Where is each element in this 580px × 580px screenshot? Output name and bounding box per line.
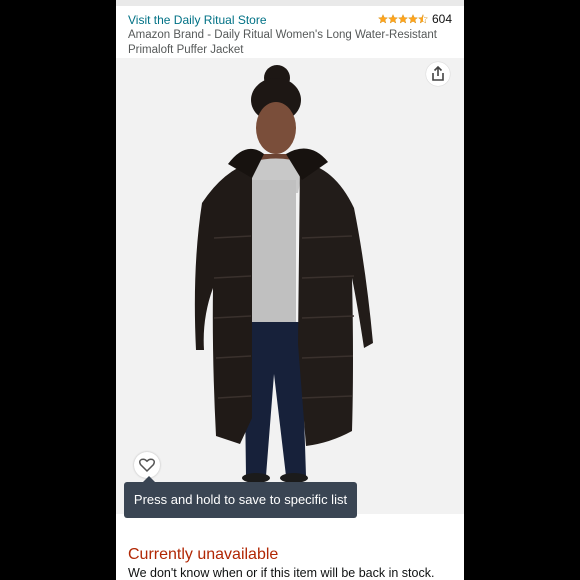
heart-icon bbox=[138, 458, 156, 473]
star-icon bbox=[377, 14, 388, 24]
share-button[interactable] bbox=[426, 62, 450, 86]
availability-status: Currently unavailable bbox=[128, 546, 279, 563]
save-tooltip: Press and hold to save to specific list bbox=[124, 482, 357, 518]
star-icon bbox=[387, 14, 398, 24]
rating-stars bbox=[377, 14, 428, 24]
share-icon bbox=[432, 65, 444, 81]
product-title: Amazon Brand - Daily Ritual Women's Long… bbox=[128, 29, 437, 56]
model-photo bbox=[116, 58, 464, 514]
rating-count: 604 bbox=[431, 12, 452, 26]
top-divider bbox=[116, 0, 464, 6]
star-icon bbox=[397, 14, 408, 24]
half-star-icon bbox=[417, 14, 428, 24]
product-image[interactable] bbox=[116, 58, 464, 514]
store-link[interactable]: Visit the Daily Ritual Store bbox=[128, 12, 267, 28]
save-to-list-button[interactable] bbox=[134, 452, 160, 478]
rating[interactable]: 604 bbox=[377, 12, 452, 26]
product-detail-screen: Visit the Daily Ritual Store 604 Amazon … bbox=[116, 0, 464, 580]
availability-note: We don't know when or if this item will … bbox=[128, 566, 435, 580]
star-icon bbox=[407, 14, 418, 24]
